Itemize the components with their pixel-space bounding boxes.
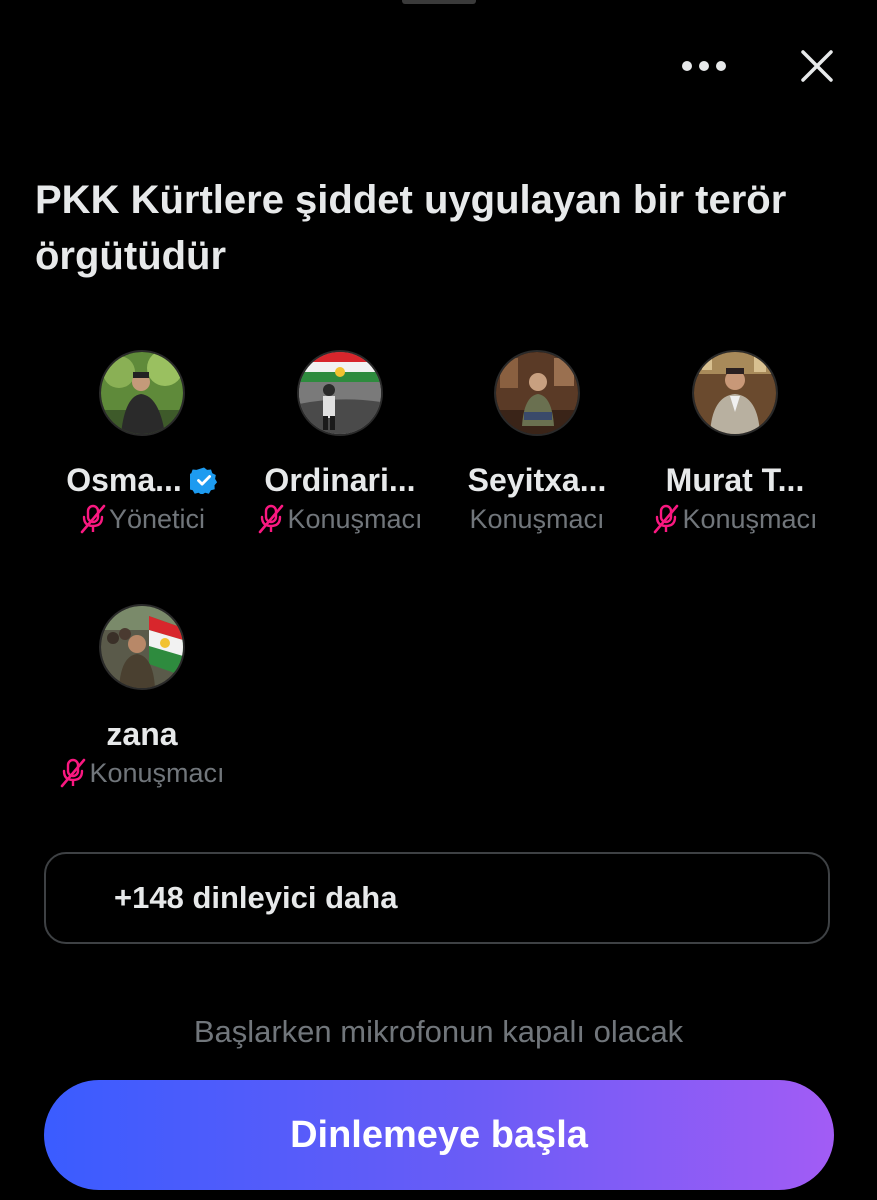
verified-badge-icon — [189, 467, 217, 494]
more-options-button[interactable] — [672, 44, 736, 88]
close-icon — [801, 50, 833, 82]
participant-card[interactable]: Seyitxa... Konuşmacı — [438, 350, 636, 536]
start-listening-label: Dinlemeye başla — [290, 1113, 588, 1156]
participant-card[interactable]: Osma... Yönetici — [43, 350, 241, 536]
participant-role: Konuşmacı — [89, 757, 225, 788]
participant-card[interactable]: zana Konuşmacı — [43, 604, 241, 790]
participant-role: Konuşmacı — [682, 503, 818, 534]
participant-name: Ordinari... — [264, 461, 416, 498]
mic-off-icon — [257, 504, 285, 534]
mic-off-icon — [79, 504, 107, 534]
mic-off-icon — [652, 504, 680, 534]
participant-name: Seyitxa... — [467, 461, 607, 498]
participant-name: Murat T... — [665, 461, 805, 498]
sheet-grabber[interactable] — [402, 0, 476, 4]
participant-role: Konuşmacı — [287, 503, 423, 534]
mic-status-note: Başlarken mikrofonun kapalı olacak — [193, 1014, 684, 1049]
close-button[interactable] — [793, 42, 841, 90]
start-listening-button[interactable]: Dinlemeye başla — [44, 1080, 834, 1190]
participant-role: Yönetici — [108, 503, 206, 534]
participant-name: zana — [106, 715, 178, 752]
mic-off-icon — [59, 758, 87, 788]
listeners-button[interactable]: +148 dinleyici daha — [44, 852, 830, 944]
avatar — [99, 350, 185, 436]
more-horizontal-icon — [682, 61, 692, 71]
participant-card[interactable]: Murat T... Konuşmacı — [636, 350, 834, 536]
more-horizontal-icon-dot — [716, 61, 726, 71]
avatar — [494, 350, 580, 436]
avatar — [297, 350, 383, 436]
space-title: PKK Kürtlere şiddet uygulayan bir terör … — [35, 178, 787, 278]
avatar — [99, 604, 185, 690]
more-horizontal-icon-dot — [699, 61, 709, 71]
avatar — [692, 350, 778, 436]
participant-role: Konuşmacı — [469, 503, 605, 534]
participant-name: Osma... — [66, 461, 182, 498]
listeners-count-label: +148 dinleyici daha — [114, 880, 398, 915]
participant-card[interactable]: Ordinari... Konuşmacı — [241, 350, 439, 536]
